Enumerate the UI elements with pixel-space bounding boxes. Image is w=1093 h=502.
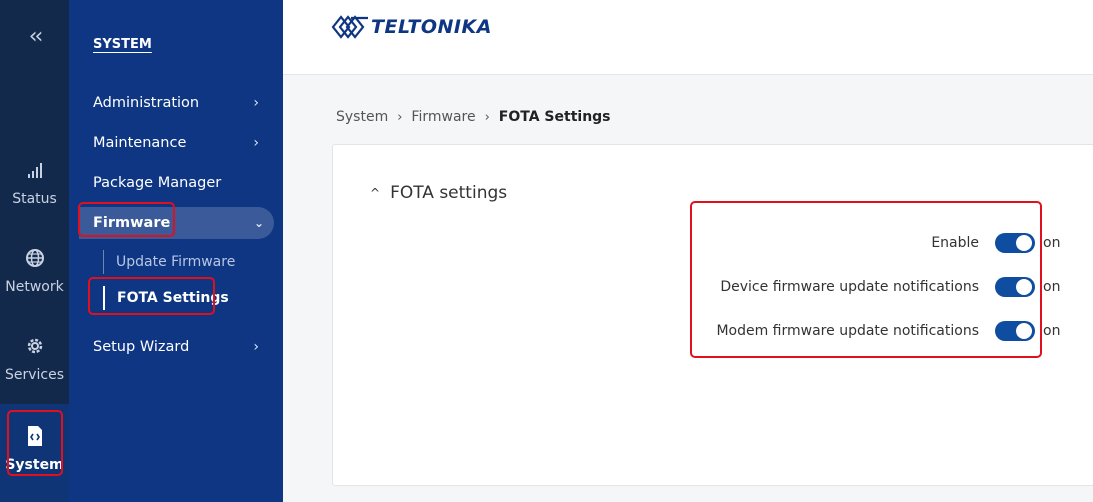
toggle-knob [1016, 235, 1032, 251]
rail-item-label: Services [4, 367, 65, 383]
subitem-fota-settings[interactable]: FOTA Settings [103, 286, 229, 310]
subitem-label: FOTA Settings [117, 290, 229, 306]
icon-rail: ‹‹ Status Network Services System [0, 0, 69, 502]
setting-row-modem-notifications: Modem firmware update notifications on [716, 320, 1063, 342]
signal-bars-icon [27, 163, 42, 178]
chevron-right-icon: › [253, 135, 259, 151]
menu-item-label: Setup Wizard [93, 339, 190, 355]
modem-notifications-toggle[interactable] [995, 321, 1035, 341]
toggle-state: on [1043, 279, 1061, 295]
menu-item-setup-wizard[interactable]: Setup Wizard › [93, 337, 273, 357]
file-code-icon [27, 426, 42, 446]
rail-item-status[interactable]: Status [0, 158, 69, 207]
setting-row-enable: Enable on [931, 232, 1063, 254]
menu-item-maintenance[interactable]: Maintenance › [93, 133, 273, 153]
rail-item-label: Network [5, 279, 64, 295]
rail-item-label: Status [12, 191, 57, 207]
menu-item-label: Package Manager [93, 175, 222, 191]
toggle-knob [1016, 279, 1032, 295]
gear-icon [27, 338, 42, 354]
breadcrumb-system[interactable]: System [336, 109, 388, 125]
chevron-up-icon: ^ [370, 186, 381, 200]
toggle-state: on [1043, 235, 1061, 251]
rail-item-network[interactable]: Network [0, 246, 69, 295]
logo-text: TELTONIKA [371, 16, 492, 38]
top-header: TELTONIKA [283, 0, 1093, 75]
breadcrumb-current: FOTA Settings [498, 109, 611, 125]
enable-toggle[interactable] [995, 233, 1035, 253]
double-chevron-left-icon[interactable]: ‹‹ [0, 24, 69, 49]
breadcrumb-firmware[interactable]: Firmware [411, 109, 475, 125]
menu-item-firmware[interactable]: Firmware ⌄ [79, 207, 274, 239]
setting-label: Device firmware update notifications [720, 279, 979, 295]
section-title: FOTA settings [390, 183, 508, 203]
subitem-update-firmware[interactable]: Update Firmware [103, 250, 235, 274]
device-notifications-toggle[interactable] [995, 277, 1035, 297]
chevron-right-icon: › [484, 109, 490, 125]
subitem-label: Update Firmware [116, 254, 236, 270]
menu-item-label: Maintenance [93, 135, 187, 151]
submenu-title: SYSTEM [93, 37, 152, 52]
chevron-down-icon: ⌄ [253, 216, 264, 230]
toggle-state: on [1043, 323, 1061, 339]
rail-item-label: System [5, 457, 64, 473]
menu-item-label: Firmware [93, 215, 171, 231]
breadcrumb: System › Firmware › FOTA Settings [336, 109, 611, 125]
chevron-right-icon: › [397, 109, 403, 125]
menu-item-label: Administration [93, 95, 200, 111]
logo-mark-icon [331, 15, 368, 39]
fota-settings-card: ^ FOTA settings Enable on Device firmwar… [332, 144, 1093, 486]
menu-item-administration[interactable]: Administration › [93, 93, 273, 113]
toggle-knob [1016, 323, 1032, 339]
menu-item-package-manager[interactable]: Package Manager [93, 173, 273, 193]
rail-item-services[interactable]: Services [0, 334, 69, 383]
system-submenu: SYSTEM Administration › Maintenance › Pa… [69, 0, 283, 502]
setting-label: Modem firmware update notifications [716, 323, 979, 339]
globe-icon [25, 249, 44, 267]
setting-row-device-notifications: Device firmware update notifications on [720, 276, 1063, 298]
chevron-right-icon: › [253, 95, 259, 111]
section-header[interactable]: ^ FOTA settings [370, 183, 507, 203]
teltonika-logo[interactable]: TELTONIKA [331, 12, 492, 42]
rail-item-system[interactable]: System [0, 404, 69, 502]
chevron-right-icon: › [253, 339, 259, 355]
setting-label: Enable [931, 235, 979, 251]
